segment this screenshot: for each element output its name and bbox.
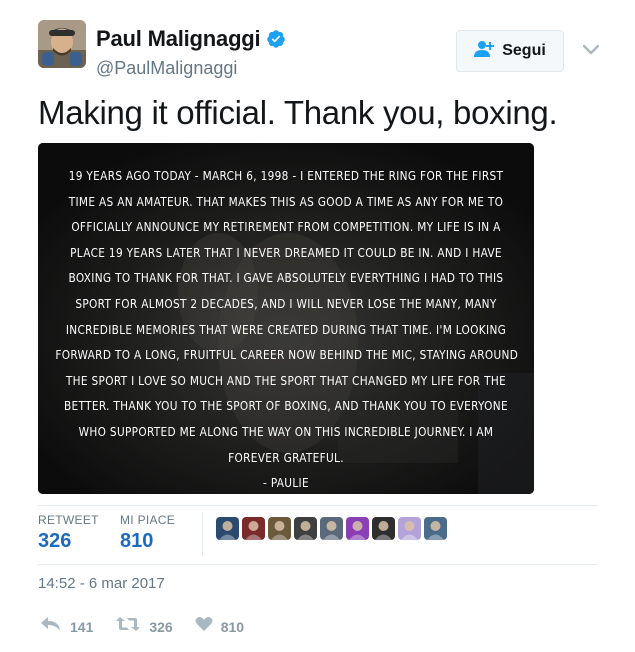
- media-text-line: sport for almost 2 decades, and I will n…: [75, 295, 497, 311]
- follow-button-label: Segui: [502, 42, 546, 59]
- tweet-card: Paul Malignaggi @PaulMalignaggi Segui Ma…: [0, 0, 635, 652]
- media-text-line: incredible memories that were created du…: [65, 321, 507, 337]
- media-text-block: 19 years ago today - March 6, 1998 - I e…: [55, 163, 519, 494]
- user-name-row[interactable]: Paul Malignaggi: [96, 26, 286, 52]
- reply-icon: [40, 615, 62, 638]
- user-handle[interactable]: @PaulMalignaggi: [96, 58, 237, 79]
- avatar[interactable]: [38, 20, 86, 68]
- tweet-media-image[interactable]: 19 years ago today - March 6, 1998 - I e…: [38, 143, 534, 494]
- media-text-signature: - Paulie: [263, 475, 309, 491]
- like-stat-label: MI PIACE: [120, 513, 176, 527]
- like-stat-count: 810: [120, 530, 154, 552]
- media-text-line: 19 years ago today - March 6, 1998 - I e…: [68, 168, 504, 183]
- tweet-timestamp[interactable]: 14:52 - 6 mar 2017: [38, 575, 165, 592]
- divider: [38, 564, 598, 565]
- like-count: 810: [220, 618, 245, 635]
- tweet-actions: 141 326 810: [40, 615, 266, 638]
- media-text-line: better. Thank you to the sport of boxing…: [64, 398, 508, 414]
- media-text-line: time as an amateur. That makes this as g…: [68, 193, 504, 209]
- chevron-down-icon[interactable]: [582, 43, 600, 55]
- liker-avatar-7[interactable]: [372, 517, 395, 540]
- retweet-stat-count: 326: [38, 530, 72, 552]
- media-text-line: boxing to thank for that. I gave absolut…: [68, 270, 504, 286]
- media-text-line: place 19 years later that I never dreame…: [70, 244, 502, 260]
- retweet-stat[interactable]: RETWEET 326: [38, 513, 99, 553]
- liker-avatar-2[interactable]: [242, 517, 265, 540]
- stats-separator: [202, 512, 203, 556]
- reply-count: 141: [70, 618, 94, 635]
- liker-avatars: [216, 517, 447, 540]
- liker-avatar-4[interactable]: [294, 517, 317, 540]
- divider: [38, 505, 598, 506]
- retweet-count: 326: [149, 618, 173, 635]
- liker-avatar-5[interactable]: [320, 517, 343, 540]
- heart-icon: [195, 616, 213, 637]
- liker-avatar-6[interactable]: [346, 517, 369, 540]
- tweet-text: Making it official. Thank you, boxing.: [38, 94, 558, 131]
- follow-button[interactable]: Segui: [456, 30, 564, 72]
- retweet-action[interactable]: 326: [115, 615, 173, 638]
- display-name[interactable]: Paul Malignaggi: [96, 26, 261, 52]
- like-action[interactable]: 810: [195, 616, 244, 637]
- add-user-icon: [474, 40, 496, 63]
- liker-avatar-3[interactable]: [268, 517, 291, 540]
- media-text-line: forever grateful.: [228, 449, 344, 465]
- retweet-stat-label: RETWEET: [38, 513, 99, 527]
- like-stat[interactable]: MI PIACE 810: [120, 513, 175, 553]
- reply-action[interactable]: 141: [40, 615, 93, 638]
- liker-avatar-8[interactable]: [398, 517, 421, 540]
- liker-avatar-1[interactable]: [216, 517, 239, 540]
- liker-avatar-9[interactable]: [424, 517, 447, 540]
- media-text-line: officially announce my retirement from c…: [71, 219, 501, 235]
- verified-badge-icon: [266, 29, 286, 49]
- retweet-icon: [115, 615, 141, 638]
- media-text-line: the sport I love so much and the sport t…: [65, 372, 507, 388]
- media-text-line: forward to a long, fruitful career now b…: [55, 347, 519, 363]
- media-text-line: who supported me along the way on this i…: [78, 423, 494, 439]
